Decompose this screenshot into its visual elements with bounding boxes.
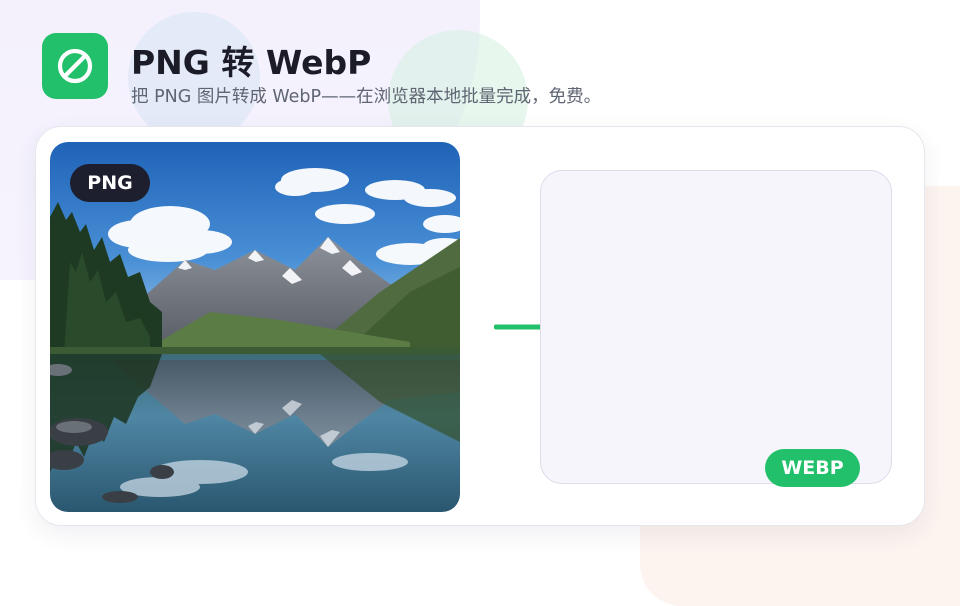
prohibition-icon [57, 48, 93, 84]
app-logo [42, 33, 108, 99]
output-preview[interactable] [540, 170, 892, 484]
output-format-badge: WEBP [765, 449, 860, 487]
page-subtitle: 把 PNG 图片转成 WebP——在浏览器本地批量完成，免费。 [131, 87, 602, 107]
source-format-badge: PNG [70, 164, 150, 202]
page-title: PNG 转 WebP [131, 43, 372, 82]
